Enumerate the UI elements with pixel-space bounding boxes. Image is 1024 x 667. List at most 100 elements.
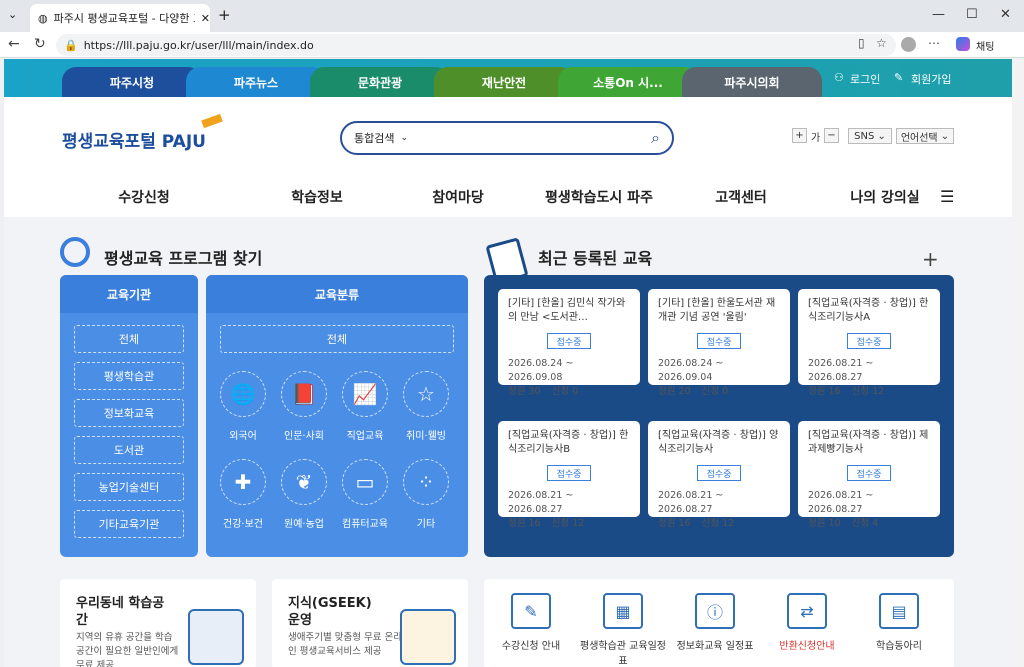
category-label[interactable]: 컴퓨터교육 [335,515,395,530]
globe-icon[interactable]: 🌐 [220,371,266,417]
learning-space-box[interactable]: 우리동네 학습공간 지역의 유휴 공간을 학습 공간이 필요한 일반인에게 무료… [60,579,256,667]
gnb-tab[interactable]: 소통On 시... [558,67,698,97]
search-icon[interactable]: ⌕ [651,128,660,148]
menu-item[interactable]: 나의 강의실 [810,187,960,207]
gnb-tab[interactable]: 문화관광 [310,67,450,97]
service-item[interactable]: ✎ 수강신청 안내 [488,593,574,652]
institution-button[interactable]: 정보화교육 [74,399,184,427]
font-increase-button[interactable]: + [792,128,807,143]
service-item[interactable]: ▦ 평생학습관 교육일정표 [580,593,666,667]
recent-title: 최근 등록된 교육 [538,249,653,268]
category-label[interactable]: 취미·웰빙 [396,427,456,442]
reader-icon[interactable]: ▯ [858,36,865,50]
course-card[interactable]: [기타] [한올] 한울도서관 재개관 기념 공연 '울림' 접수중 2026.08… [648,289,790,397]
category-label[interactable]: 인문·사회 [274,427,334,442]
course-card[interactable]: [직업교육(자격증 · 창업)] 양식조리기능사접수중 2026.08.21 ~ … [648,421,790,529]
hamburger-menu-icon[interactable]: ☰ [940,187,954,206]
close-icon[interactable]: ✕ [201,12,210,25]
sns-select[interactable]: SNS ⌄ [848,128,892,144]
search-bar[interactable]: 통합검색 ⌄ ⌕ [340,121,674,155]
institution-button[interactable]: 농업기술센터 [74,473,184,501]
login-link[interactable]: 로그인 [850,71,880,87]
menu-item[interactable]: 평생학습도시 파주 [526,187,672,207]
monitor-icon[interactable]: ▭ [342,459,388,505]
category-label[interactable]: 건강·보건 [213,515,273,530]
minimize-icon[interactable]: — [932,7,945,22]
user-icon: ⚇ [834,71,844,84]
gseek-box[interactable]: 지식(GSEEK) 운영 생애주기별 맞춤형 무료 온라인 평생교육서비스 제공 [272,579,468,667]
capacity: 정원 10 [808,518,841,529]
institution-button[interactable]: 도서관 [74,436,184,464]
institution-button[interactable]: 전체 [74,325,184,353]
info-calendar-icon: ⓘ [695,593,735,629]
course-card[interactable]: [직업교육(자격증 · 창업)] 제과제빵기능사 접수중 2026.08.21 ~ … [798,421,940,529]
menu-item[interactable]: 학습정보 [244,187,390,207]
applicants: 신청 12 [551,518,585,529]
menu-item[interactable]: 수강신청 [44,187,244,207]
site-logo[interactable]: 평생교육포털 PAJU [62,127,206,152]
status-badge: 접수중 [547,333,591,349]
gnb-tab[interactable]: 파주시의회 [682,67,822,97]
course-card[interactable]: [기타] [한올] 김민식 작가와의 만남 <도서관… 접수중 2026.08.24… [498,289,640,397]
profile-avatar[interactable] [901,37,916,52]
site-info-icon[interactable]: 🔒 [64,39,78,52]
capacity: 정원 30 [508,386,541,397]
institution-button[interactable]: 기타교육기관 [74,510,184,538]
menu-item[interactable]: 참여마당 [390,187,526,207]
back-icon[interactable]: ← [8,36,20,52]
applicants: 신청 12 [701,518,735,529]
document-pen-icon [400,609,456,665]
applicants: 신청 12 [851,386,885,397]
scrollbar[interactable] [1012,59,1024,667]
course-dates: 2026.08.24 ~ 2026.09.08 [508,358,574,383]
copilot-icon[interactable] [956,37,970,51]
chat-label[interactable]: 채팅 [976,38,994,53]
course-card[interactable]: [직업교육(자격증 · 창업)] 한식조리기능사B 접수중 2026.08.21 ~… [498,421,640,529]
category-label[interactable]: 외국어 [213,427,273,442]
category-label[interactable]: 직업교육 [335,427,395,442]
new-tab-icon[interactable]: + [218,6,231,24]
menu-item[interactable]: 고객센터 [672,187,810,207]
service-item[interactable]: ⇄ 반환신청안내 [764,593,850,652]
institution-button[interactable]: 평생학습관 [74,362,184,390]
learning-space-desc: 지역의 유휴 공간을 학습 공간이 필요한 일반인에게 무료 제공 [76,632,179,667]
more-icon[interactable]: ⋯ [928,36,940,50]
dots-icon[interactable]: ⁘ [403,459,449,505]
search-scope-select[interactable]: 통합검색 [354,130,394,146]
course-dates: 2026.08.21 ~ 2026.08.27 [808,490,874,515]
font-decrease-button[interactable]: − [824,128,839,143]
presentation-icon[interactable]: 📈 [342,371,388,417]
tab-title: 파주시 평생교육포털 - 다양한 교육 [53,12,195,25]
first-aid-icon[interactable]: ✚ [220,459,266,505]
institution-panel: 교육기관 전체 평생학습관 정보화교육 도서관 농업기술센터 기타교육기관 [60,275,198,557]
language-select[interactable]: 언어선택 ⌄ [896,128,954,144]
gnb-tab[interactable]: 재난안전 [434,67,574,97]
category-all-button[interactable]: 전체 [220,325,454,353]
service-item[interactable]: ▤ 학습동아리 [856,593,942,652]
window-close-icon[interactable]: ✕ [1000,7,1011,22]
favorite-icon[interactable]: ☆ [876,36,887,50]
maximize-icon[interactable]: ☐ [966,7,978,22]
course-card[interactable]: [직업교육(자격증 · 창업)] 한식조리기능사A 접수중 2026.08.21 ~… [798,289,940,397]
book-icon[interactable]: 📕 [281,371,327,417]
star-icon[interactable]: ☆ [403,371,449,417]
sprout-icon[interactable]: ❦ [281,459,327,505]
course-title: [직업교육(자격증 · 창업)] 한식조리기능사B [508,430,629,455]
tab-list-icon[interactable]: ⌄ [8,8,17,21]
course-title: [직업교육(자격증 · 창업)] 양식조리기능사 [658,430,779,455]
browser-tab[interactable]: ◍ 파주시 평생교육포털 - 다양한 교육 ✕ [30,4,210,32]
status-badge: 접수중 [697,465,741,481]
more-button[interactable]: + [922,247,939,271]
course-dates: 2026.08.21 ~ 2026.08.27 [658,490,724,515]
gnb-tab[interactable]: 파주시청 [62,67,202,97]
join-link[interactable]: 회원가입 [911,71,951,87]
category-header: 교육분류 [206,275,468,313]
service-item[interactable]: ⓘ 정보화교육 일정표 [672,593,758,652]
category-label[interactable]: 기타 [396,515,456,530]
course-counts: 정원 16 신청 12 [658,517,780,531]
refresh-icon[interactable]: ↻ [34,36,46,52]
category-label[interactable]: 원예·농업 [274,515,334,530]
address-field[interactable]: 🔒 https://lll.paju.go.kr/user/lll/main/i… [56,34,896,56]
gnb-tab[interactable]: 파주뉴스 [186,67,326,97]
learning-space-title: 우리동네 학습공간 [76,596,165,628]
